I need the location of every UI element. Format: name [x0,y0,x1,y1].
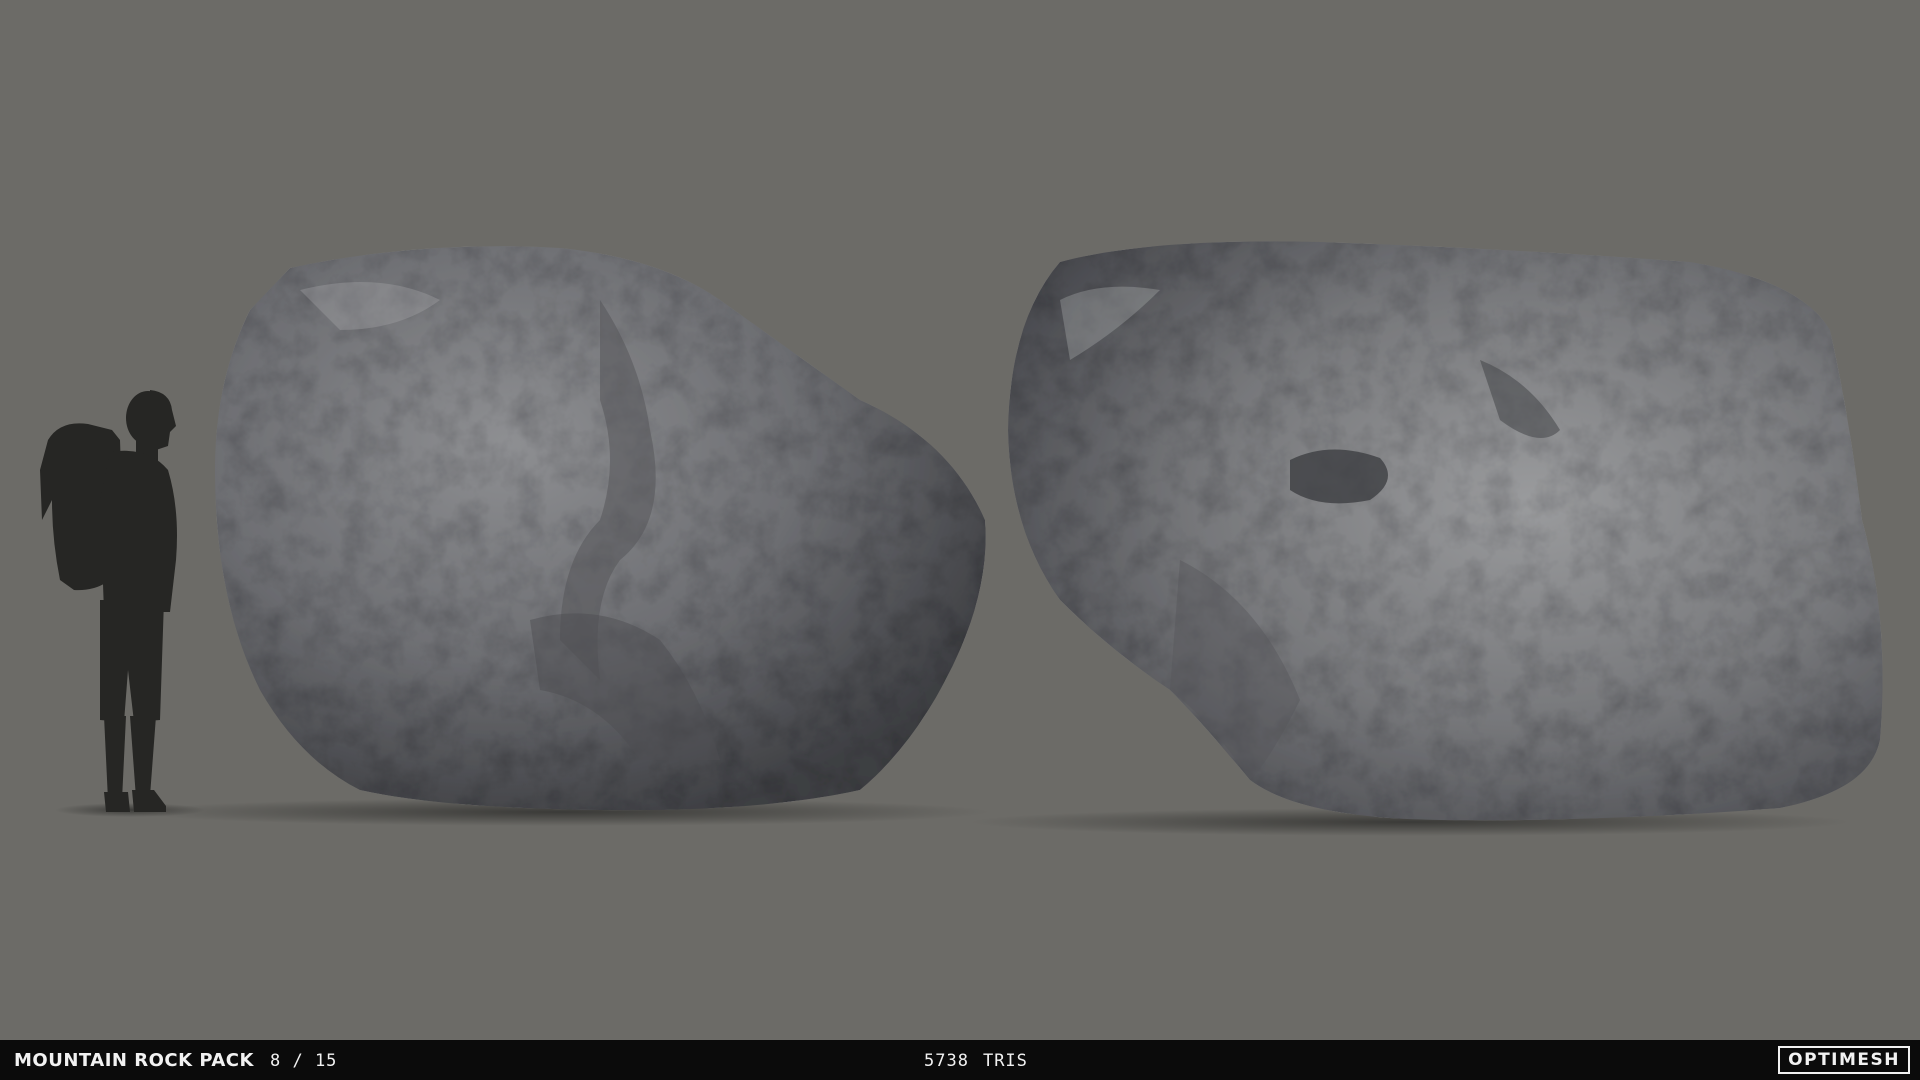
rock-right [1008,241,1883,821]
tris-count-value: 5738 [924,1051,969,1071]
page-indicator: 8 / 15 [270,1051,338,1071]
triangle-count: 5738 TRIS [924,1051,1028,1071]
hiker-shadow [55,803,205,817]
pack-title: MOUNTAIN ROCK PACK [14,1050,254,1071]
bottom-info-bar: MOUNTAIN ROCK PACK 8 / 15 5738 TRIS OPTIM… [0,1040,1920,1080]
scene [40,241,1883,836]
tris-label: TRIS [982,1051,1028,1071]
brand-logo: OPTIMESH [1778,1046,1910,1074]
hiker-silhouette [40,390,177,812]
rock-left [215,246,986,811]
render-viewport [0,0,1920,1040]
